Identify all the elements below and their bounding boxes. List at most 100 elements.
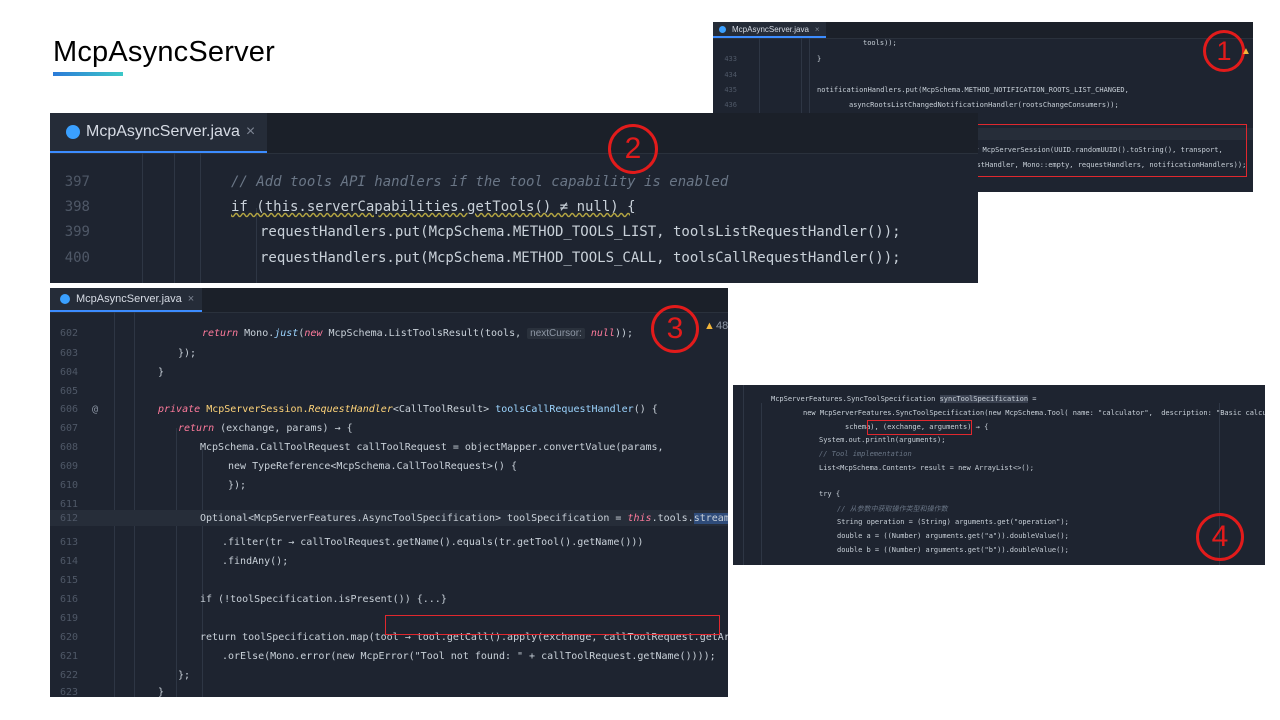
line-number: 622	[59, 670, 78, 681]
line-number: 398	[64, 199, 90, 215]
line-number: 604	[59, 367, 78, 378]
line-number: 606	[59, 404, 78, 415]
indent-guide	[256, 208, 257, 283]
tab-mcpasyncserver-java[interactable]: McpAsyncServer.java ×	[50, 113, 268, 153]
code-text: .filter(tr → callToolRequest.getName().e…	[222, 537, 644, 548]
editor-tabbar: McpAsyncServer.java ×	[713, 22, 1253, 39]
tab-label: McpAsyncServer.java	[86, 123, 240, 140]
line-number: 614	[59, 556, 78, 567]
indent-guide	[142, 153, 143, 283]
code-text: }	[158, 367, 165, 378]
tab-mcpasyncserver-java[interactable]: McpAsyncServer.java ×	[713, 22, 826, 38]
code-text: .orElse(Mono.error(new McpError("Tool no…	[222, 651, 716, 662]
java-file-icon	[719, 25, 726, 33]
line-number: 611	[59, 499, 78, 510]
indent-guide	[743, 385, 744, 565]
code-text: System.out.println(arguments);	[819, 436, 946, 444]
highlight-box-exchange-arguments	[867, 420, 972, 435]
java-file-icon	[60, 294, 70, 304]
code-text: new TypeReference<McpSchema.CallToolRequ…	[228, 461, 517, 472]
indent-guide	[202, 448, 203, 697]
step-marker-2: 2	[608, 124, 658, 174]
close-icon[interactable]: ×	[246, 123, 255, 141]
code-text: String operation = (String) arguments.ge…	[837, 518, 1069, 526]
warning-icon: ▲	[1241, 46, 1251, 57]
code-text: Optional<McpServerFeatures.AsyncToolSpec…	[200, 513, 728, 524]
line-number: 610	[59, 480, 78, 491]
indent-guide	[200, 153, 201, 283]
line-number: 608	[59, 442, 78, 453]
close-icon[interactable]: ×	[815, 25, 820, 34]
code-text: if (this.serverCapabilities.getTools() ≠…	[231, 199, 636, 215]
code-text: new McpServerFeatures.SyncToolSpecificat…	[803, 409, 1265, 417]
code-text: return Mono.just(new McpSchema.ListTools…	[202, 328, 634, 339]
code-text: try {	[819, 490, 841, 498]
line-number: 603	[59, 348, 78, 359]
line-number: 605	[59, 386, 78, 397]
indent-guide	[174, 153, 175, 283]
code-panel-3: McpAsyncServer.java × 602 return Mono.jus…	[50, 288, 728, 697]
warning-count: 48	[716, 320, 729, 332]
line-number: 400	[64, 250, 90, 266]
indent-guide	[114, 312, 115, 697]
line-number: 607	[59, 423, 78, 434]
title-underline	[53, 72, 123, 76]
tab-label: McpAsyncServer.java	[732, 24, 809, 34]
line-number: 619	[59, 613, 78, 624]
code-comment: // Tool implementation	[819, 450, 912, 458]
line-number: 615	[59, 575, 78, 586]
code-comment: // Add tools API handlers if the tool ca…	[231, 174, 729, 190]
code-text: tools));	[863, 39, 897, 47]
code-panel-4: McpServerFeatures.SyncToolSpecification …	[733, 385, 1265, 565]
code-line-current: 612 Optional<McpServerFeatures.AsyncToolS…	[50, 510, 728, 526]
code-text: requestHandlers.put(McpSchema.METHOD_TOO…	[260, 224, 901, 240]
line-number: 399	[64, 224, 90, 240]
code-comment: // 从参数中获取操作类型和操作数	[837, 505, 948, 513]
line-number: 616	[59, 594, 78, 605]
param-hint: nextCursor:	[527, 328, 585, 339]
code-text: if (!toolSpecification.isPresent()) {...…	[200, 594, 447, 605]
warning-icon: ▲	[704, 320, 715, 332]
line-number: 435	[724, 86, 737, 94]
java-file-icon	[66, 125, 80, 139]
line-number: 434	[724, 71, 737, 79]
code-text: }	[158, 687, 165, 697]
editor-tabbar: McpAsyncServer.java ×	[50, 288, 728, 313]
line-number: 620	[59, 632, 78, 643]
override-icon: @	[92, 404, 99, 415]
code-text: });	[228, 480, 247, 491]
line-number: 397	[64, 174, 90, 190]
line-number: 436	[724, 101, 737, 109]
code-text: double a = ((Number) arguments.get("a"))…	[837, 532, 1069, 540]
indent-guide	[176, 428, 177, 697]
tab-mcpasyncserver-java[interactable]: McpAsyncServer.java ×	[50, 288, 203, 312]
slide-title: McpAsyncServer	[53, 36, 275, 68]
step-marker-1: 1	[1203, 30, 1245, 72]
code-text: McpSchema.CallToolRequest callToolReques…	[200, 442, 664, 453]
tab-label: McpAsyncServer.java	[76, 293, 182, 305]
line-number: 623	[59, 687, 78, 697]
close-icon[interactable]: ×	[188, 293, 194, 305]
line-number: 433	[724, 55, 737, 63]
code-text: notificationHandlers.put(McpSchema.METHO…	[817, 86, 1129, 94]
line-number: 602	[59, 328, 78, 339]
code-text: McpServerFeatures.SyncToolSpecification …	[771, 395, 1037, 403]
line-number: 621	[59, 651, 78, 662]
code-panel-2: McpAsyncServer.java × 397 // Add tools AP…	[50, 113, 978, 283]
code-text: asyncRootsListChangedNotificationHandler…	[849, 101, 1119, 109]
code-text: List<McpSchema.Content> result = new Arr…	[819, 464, 1034, 472]
code-text: .findAny();	[222, 556, 289, 567]
indent-guide	[134, 312, 135, 697]
code-text: return (exchange, params) → {	[178, 423, 353, 434]
step-marker-3: 3	[651, 305, 699, 353]
line-number: 612	[59, 513, 78, 524]
line-number: 613	[59, 537, 78, 548]
code-text: requestHandlers.put(McpSchema.METHOD_TOO…	[260, 250, 901, 266]
highlight-box-get-call-apply	[385, 615, 720, 635]
code-text: double b = ((Number) arguments.get("b"))…	[837, 546, 1069, 554]
step-marker-4: 4	[1196, 513, 1244, 561]
code-text: };	[178, 670, 191, 681]
editor-tabbar: McpAsyncServer.java ×	[50, 113, 978, 154]
code-text: }	[817, 55, 822, 63]
line-number: 609	[59, 461, 78, 472]
